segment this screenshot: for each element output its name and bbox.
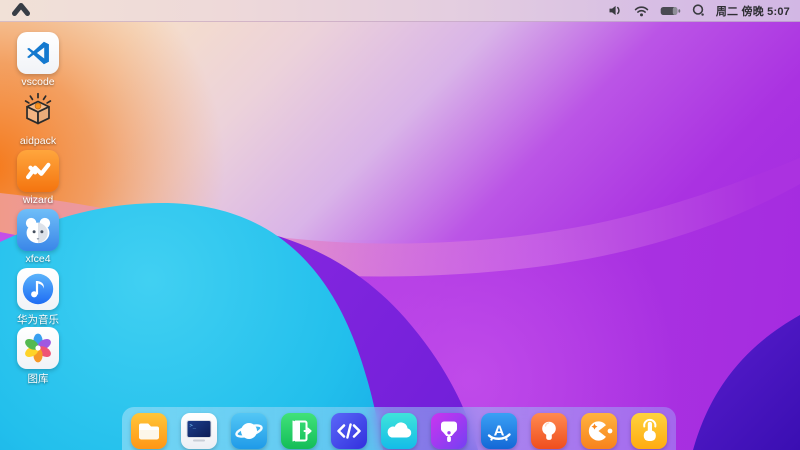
dock-item-browser[interactable] (231, 413, 267, 449)
desktop-icon-label: 图库 (28, 371, 49, 386)
planet-icon (231, 413, 267, 449)
dock-item-cloud[interactable] (381, 413, 417, 449)
battery-icon[interactable] (660, 5, 681, 17)
pacman-icon (581, 413, 617, 449)
svg-text:>_: >_ (190, 423, 197, 429)
dock-item-code-editor[interactable] (331, 413, 367, 449)
svg-text:A: A (494, 423, 505, 440)
caret-logo-icon (10, 0, 32, 22)
system-tray: 周二 傍晚 5:07 (608, 3, 790, 19)
search-icon[interactable] (692, 4, 705, 17)
desktop-icon-label: xfce4 (25, 253, 50, 265)
dock-item-game-center[interactable] (581, 413, 617, 449)
dock-item-exit-door[interactable] (281, 413, 317, 449)
paint-brush-icon (431, 413, 467, 449)
desktop-icon-vscode[interactable]: vscode (9, 32, 67, 91)
dock-item-app-store[interactable]: A (481, 413, 517, 449)
package-box-icon (17, 91, 59, 133)
desktop-icon-label: aidpack (20, 135, 56, 147)
flower-gallery-icon (17, 327, 59, 369)
code-tags-icon (331, 413, 367, 449)
tap-hand-icon (631, 413, 667, 449)
system-menu-button[interactable] (10, 0, 32, 22)
appstore-a-icon: A (481, 413, 517, 449)
desktop-icon-aidpack[interactable]: aidpack (9, 91, 67, 150)
volume-icon[interactable] (608, 4, 623, 17)
music-note-icon (17, 268, 59, 310)
desktop-icon-gallery[interactable]: 图库 (9, 327, 67, 386)
dock: >_ (122, 407, 676, 450)
desktop-icon-wizard[interactable]: wizard (9, 150, 67, 209)
terminal-icon: >_ (181, 413, 217, 449)
desktop-icon-xfce4[interactable]: xfce4 (9, 209, 67, 268)
dock-item-file-manager[interactable] (131, 413, 167, 449)
desktop-icon-column: vscode aidpack (9, 32, 67, 386)
desktop-icon-huawei-music[interactable]: 华为音乐 (9, 268, 67, 327)
desktop-icon-label: 华为音乐 (17, 312, 59, 327)
zigzag-logo-icon (17, 150, 59, 192)
desktop-icon-label: vscode (21, 76, 54, 88)
lightbulb-icon (531, 413, 567, 449)
folder-icon (131, 413, 167, 449)
door-arrow-icon (281, 413, 317, 449)
wifi-icon[interactable] (634, 5, 649, 17)
clock[interactable]: 周二 傍晚 5:07 (716, 3, 790, 19)
dock-item-paint[interactable] (431, 413, 467, 449)
dock-item-tips[interactable] (531, 413, 567, 449)
dock-item-terminal[interactable]: >_ (181, 413, 217, 449)
cloud-icon (381, 413, 417, 449)
desktop-wallpaper (0, 0, 800, 450)
vscode-logo-icon (17, 32, 59, 74)
menubar: 周二 傍晚 5:07 (0, 0, 800, 22)
xfce-mouse-logo-icon (17, 209, 59, 251)
dock-item-touch[interactable] (631, 413, 667, 449)
desktop-icon-label: wizard (23, 194, 53, 206)
